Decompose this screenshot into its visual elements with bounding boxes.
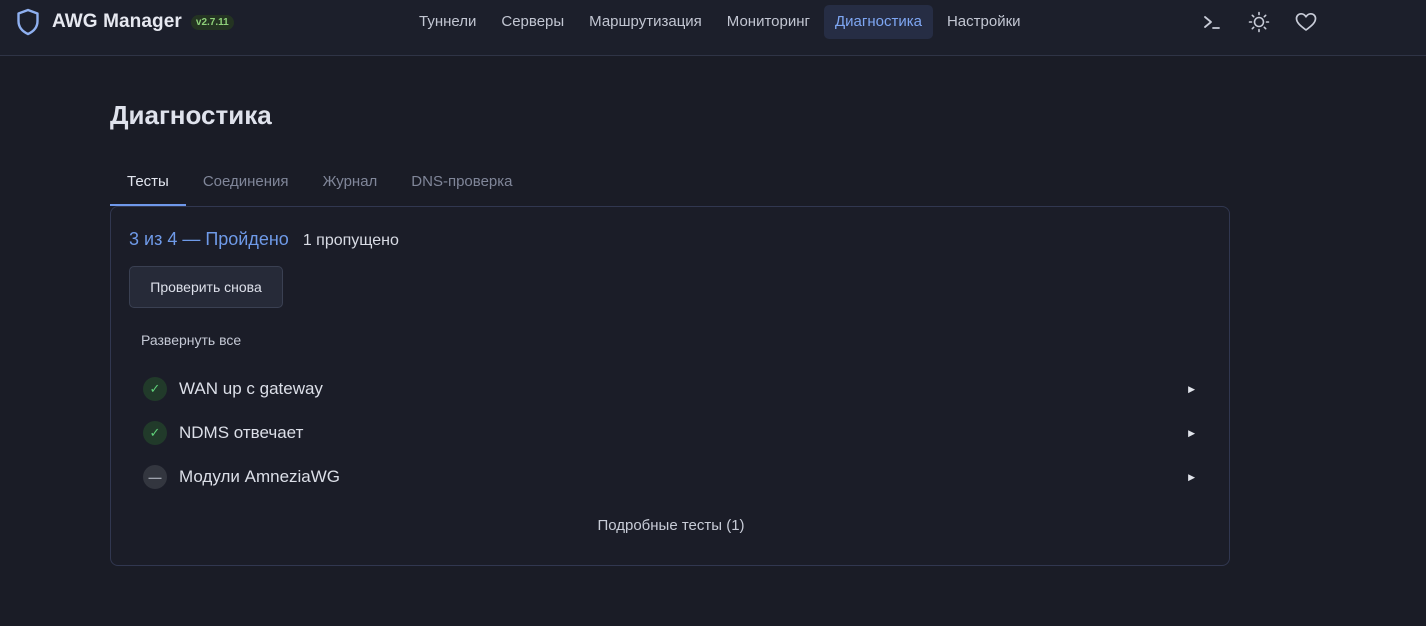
brand[interactable]: AWG Manager v2.7.11 [16,8,234,36]
check-icon: ✓ [143,377,167,401]
tab-journal[interactable]: Журнал [306,166,395,206]
expand-all-button[interactable]: Развернуть все [141,332,241,348]
diagnostics-tabs: Тесты Соединения Журнал DNS-проверка [110,166,530,206]
test-name: WAN up с gateway [179,379,323,398]
check-icon: ✓ [143,421,167,445]
sun-icon[interactable] [1245,8,1273,36]
terminal-icon[interactable] [1198,8,1226,36]
test-list: ✓ WAN up с gateway ▶ ✓ NDMS отвечает ▶ —… [141,367,1201,499]
test-name: Модули AmneziaWG [179,467,341,486]
dash-icon: — [143,465,167,489]
tab-dns-check[interactable]: DNS-проверка [394,166,529,206]
retry-button[interactable]: Проверить снова [129,266,283,308]
nav-item-settings[interactable]: Настройки [936,5,1032,39]
chevron-right-icon[interactable]: ▶ [1188,367,1195,411]
main-nav: Туннели Серверы Маршрутизация Мониторинг… [408,5,1035,39]
nav-item-routing[interactable]: Маршрутизация [578,5,713,39]
shield-icon [16,8,42,36]
nav-item-servers[interactable]: Серверы [490,5,575,39]
chevron-right-icon[interactable]: ▶ [1188,455,1195,499]
page-title: Диагностика [110,100,272,130]
test-row[interactable]: — Модули AmneziaWG ▶ [141,455,1201,499]
tab-connections[interactable]: Соединения [186,166,306,206]
top-navbar: AWG Manager v2.7.11 Туннели Серверы Марш… [0,0,1426,56]
nav-item-diagnostics[interactable]: Диагностика [824,5,933,39]
top-actions [1198,8,1339,36]
test-row[interactable]: ✓ NDMS отвечает ▶ [141,411,1201,455]
chevron-right-icon[interactable]: ▶ [1188,411,1195,455]
results-summary: 3 из 4 — Пройдено 1 пропущено [129,229,399,250]
version-badge: v2.7.11 [190,14,234,30]
tab-tests[interactable]: Тесты [110,166,186,206]
summary-status: 3 из 4 — Пройдено [129,229,289,249]
test-row[interactable]: ✓ WAN up с gateway ▶ [141,367,1201,411]
nav-item-monitoring[interactable]: Мониторинг [716,5,821,39]
detailed-tests-toggle[interactable]: Подробные тесты (1) [111,517,1231,534]
test-name: NDMS отвечает [179,423,304,442]
nav-item-tunnels[interactable]: Туннели [408,5,487,39]
app-name: AWG Manager [52,11,182,32]
test-results-panel: 3 из 4 — Пройдено 1 пропущено Проверить … [110,206,1230,566]
heart-icon[interactable] [1292,8,1320,36]
skipped-count: 1 пропущено [302,232,399,249]
